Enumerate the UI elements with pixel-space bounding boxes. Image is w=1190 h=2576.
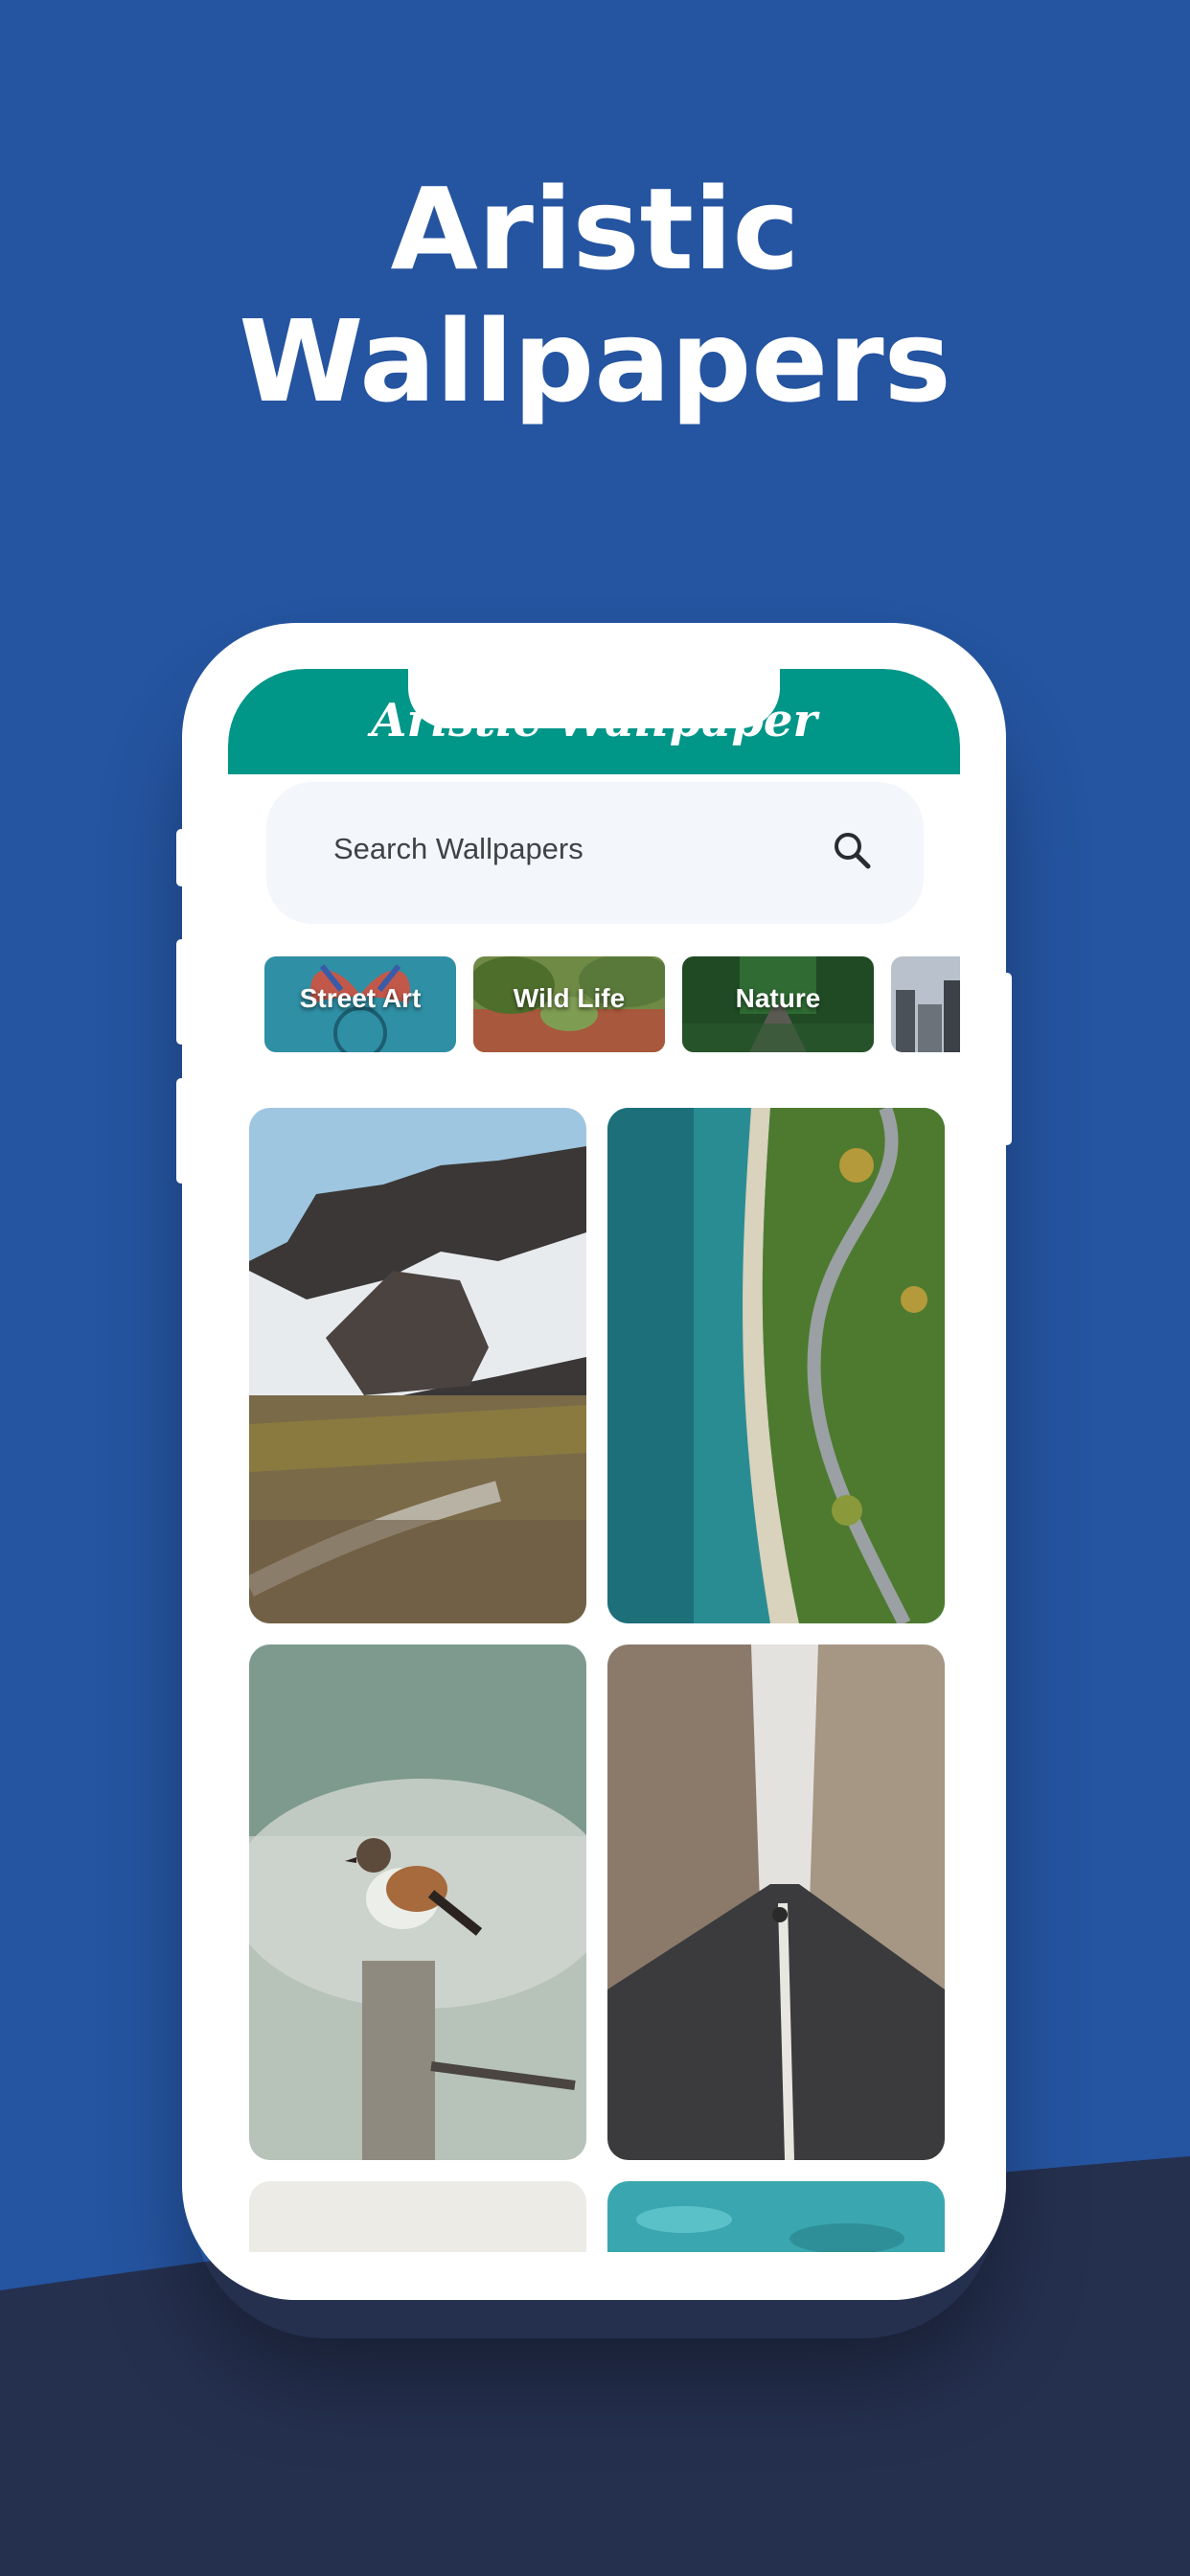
app-bar: Aristic Wallpaper bbox=[228, 669, 960, 774]
canyon-road-wallpaper bbox=[607, 1644, 945, 2160]
water-wallpaper bbox=[607, 2181, 945, 2254]
search-icon[interactable] bbox=[828, 826, 878, 876]
phone-bottom-bezel bbox=[182, 2252, 1006, 2300]
category-wild-life[interactable]: Wild Life bbox=[473, 956, 665, 1052]
city-thumbnail bbox=[891, 956, 960, 1052]
coastal-road-wallpaper bbox=[607, 1108, 945, 1623]
wallpaper-tile[interactable] bbox=[249, 1108, 586, 1623]
wallpaper-tile[interactable] bbox=[607, 1108, 945, 1623]
bird-wallpaper bbox=[249, 1644, 586, 2160]
phone-frame: Aristic Wallpaper Search Wallpapers Stre… bbox=[182, 623, 1006, 2300]
category-label: Nature bbox=[735, 983, 821, 1013]
wallpaper-tile[interactable] bbox=[249, 1644, 586, 2160]
phone-notch bbox=[408, 669, 780, 728]
category-strip: Street Art Wild Life Nature bbox=[264, 956, 960, 1052]
mountain-wallpaper bbox=[249, 1108, 586, 1623]
category-label: Street Art bbox=[299, 983, 422, 1013]
light-wallpaper bbox=[249, 2181, 586, 2254]
wallpaper-tile[interactable] bbox=[607, 1644, 945, 2160]
search-bar[interactable]: Search Wallpapers bbox=[266, 782, 924, 924]
app-screen: Aristic Wallpaper Search Wallpapers Stre… bbox=[228, 669, 960, 2254]
category-city[interactable] bbox=[891, 956, 960, 1052]
wallpaper-tile[interactable] bbox=[249, 2181, 586, 2254]
category-nature[interactable]: Nature bbox=[682, 956, 874, 1052]
headline: Aristic Wallpapers bbox=[0, 163, 1190, 427]
headline-line-2: Wallpapers bbox=[239, 295, 951, 427]
wallpaper-tile[interactable] bbox=[607, 2181, 945, 2254]
search-input[interactable]: Search Wallpapers bbox=[333, 832, 584, 866]
category-label: Wild Life bbox=[513, 983, 626, 1013]
headline-line-1: Aristic bbox=[390, 163, 800, 295]
category-street-art[interactable]: Street Art bbox=[264, 956, 456, 1052]
